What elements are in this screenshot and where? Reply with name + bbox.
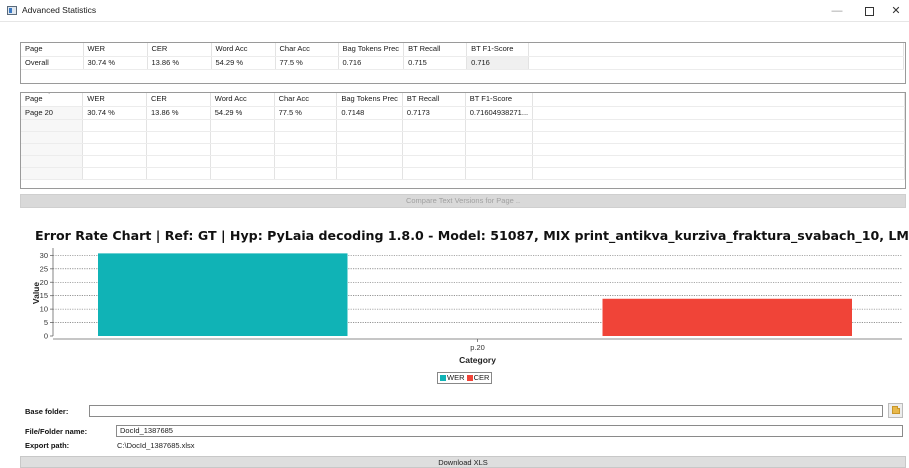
table-cell: 0.7173 — [402, 106, 466, 120]
column-header[interactable]: Word Acc — [211, 43, 276, 57]
legend-swatch-cer — [466, 374, 473, 381]
column-header-label: Page — [25, 94, 43, 104]
column-header[interactable]: Char Acc — [275, 43, 339, 57]
browse-folder-button[interactable] — [888, 403, 903, 418]
column-header-filler — [528, 43, 905, 57]
column-header[interactable]: BT F1-Score — [466, 43, 530, 57]
maximize-icon — [864, 6, 874, 16]
column-header-filler — [532, 93, 905, 107]
x-tick-label: p.20 — [470, 343, 485, 352]
table-cell: Page 20 — [21, 106, 84, 120]
bar-cer — [602, 298, 852, 336]
file-folder-name-input[interactable]: DocId_1387685 — [116, 425, 903, 437]
legend-swatch-wer — [440, 374, 446, 381]
table-cell-filler — [528, 56, 905, 70]
column-header[interactable]: Bag Tokens Prec — [338, 43, 405, 57]
empty-row — [21, 131, 905, 144]
page-stats-table[interactable]: Page ˇ WER CER Word Acc Char Acc Bag Tok… — [20, 92, 906, 189]
table-cell: Overall — [21, 56, 84, 70]
column-header[interactable]: Word Acc — [210, 93, 275, 107]
export-path-label: Export path: — [25, 441, 70, 450]
empty-row — [21, 143, 905, 156]
table-row[interactable]: Page 20 30.74 % 13.86 % 54.29 % 77.5 % 0… — [21, 106, 905, 120]
column-header[interactable]: Page ˇ — [21, 93, 84, 107]
column-header[interactable]: WER — [82, 93, 148, 107]
title-bar: Advanced Statistics — ✕ — [0, 0, 909, 22]
column-header[interactable]: WER — [83, 43, 148, 57]
chart-legend: WER CER — [437, 372, 493, 384]
overall-stats-table[interactable]: Page WER CER Word Acc Char Acc Bag Token… — [20, 42, 906, 84]
column-header[interactable]: CER — [147, 43, 212, 57]
table-cell: 13.86 % — [146, 106, 211, 120]
window-title: Advanced Statistics — [22, 5, 97, 15]
empty-row — [21, 167, 905, 180]
table-cell: 0.7148 — [336, 106, 403, 120]
table-cell-filler — [532, 106, 905, 120]
y-tick-label: 0 — [44, 332, 48, 341]
table-cell: 30.74 % — [82, 106, 148, 120]
table-header-row: Page ˇ WER CER Word Acc Char Acc Bag Tok… — [21, 93, 905, 107]
legend-label-wer: WER — [447, 373, 465, 382]
compare-text-versions-button[interactable]: Compare Text Versions for Page .. — [20, 194, 906, 208]
table-cell: 0.716 — [338, 56, 405, 70]
x-axis-label: Category — [459, 355, 496, 365]
table-cell: 30.74 % — [83, 56, 148, 70]
legend-label-cer: CER — [473, 373, 490, 382]
y-axis-label: Value — [31, 282, 41, 304]
y-tick-label: 30 — [40, 251, 48, 260]
error-rate-chart: Error Rate Chart | Ref: GT | Hyp: PyLaia… — [0, 224, 909, 392]
table-cell: 77.5 % — [274, 106, 338, 120]
column-header[interactable]: BT F1-Score — [465, 93, 534, 107]
file-folder-name-label: File/Folder name: — [25, 427, 88, 436]
empty-row — [21, 119, 905, 132]
column-header[interactable]: Page — [21, 43, 84, 57]
empty-row — [21, 155, 905, 168]
y-tick-label: 5 — [44, 318, 48, 327]
table-cell: 54.29 % — [211, 56, 276, 70]
y-tick-label: 25 — [40, 264, 48, 273]
table-cell: 77.5 % — [275, 56, 339, 70]
column-header[interactable]: Char Acc — [274, 93, 338, 107]
sort-indicator-icon: ˇ — [48, 93, 51, 100]
maximize-button[interactable] — [855, 2, 883, 20]
table-cell: 0.715 — [403, 56, 468, 70]
base-folder-label: Base folder: — [25, 407, 69, 416]
column-header[interactable]: CER — [146, 93, 211, 107]
table-cell: 13.86 % — [147, 56, 212, 70]
column-header[interactable]: Bag Tokens Prec — [336, 93, 403, 107]
column-header[interactable]: BT Recall — [402, 93, 466, 107]
table-header-row: Page WER CER Word Acc Char Acc Bag Token… — [21, 43, 905, 57]
y-tick-label: 10 — [40, 305, 48, 314]
table-cell: 0.71604938271... — [465, 106, 534, 120]
column-header[interactable]: BT Recall — [403, 43, 468, 57]
table-cell: 54.29 % — [210, 106, 275, 120]
close-button[interactable]: ✕ — [882, 2, 909, 20]
download-xls-button[interactable]: Download XLS — [20, 456, 906, 468]
chart-plot: 051015202530p.20CategoryValue — [31, 248, 902, 365]
minimize-button[interactable]: — — [823, 2, 851, 20]
bar-wer — [98, 253, 348, 336]
table-cell: 0.716 — [466, 56, 530, 70]
export-path-value: C:\DocId_1387685.xlsx — [117, 441, 195, 450]
folder-icon — [892, 406, 900, 414]
app-icon — [7, 6, 17, 15]
base-folder-input[interactable] — [89, 405, 883, 417]
table-row[interactable]: Overall 30.74 % 13.86 % 54.29 % 77.5 % 0… — [21, 56, 905, 70]
